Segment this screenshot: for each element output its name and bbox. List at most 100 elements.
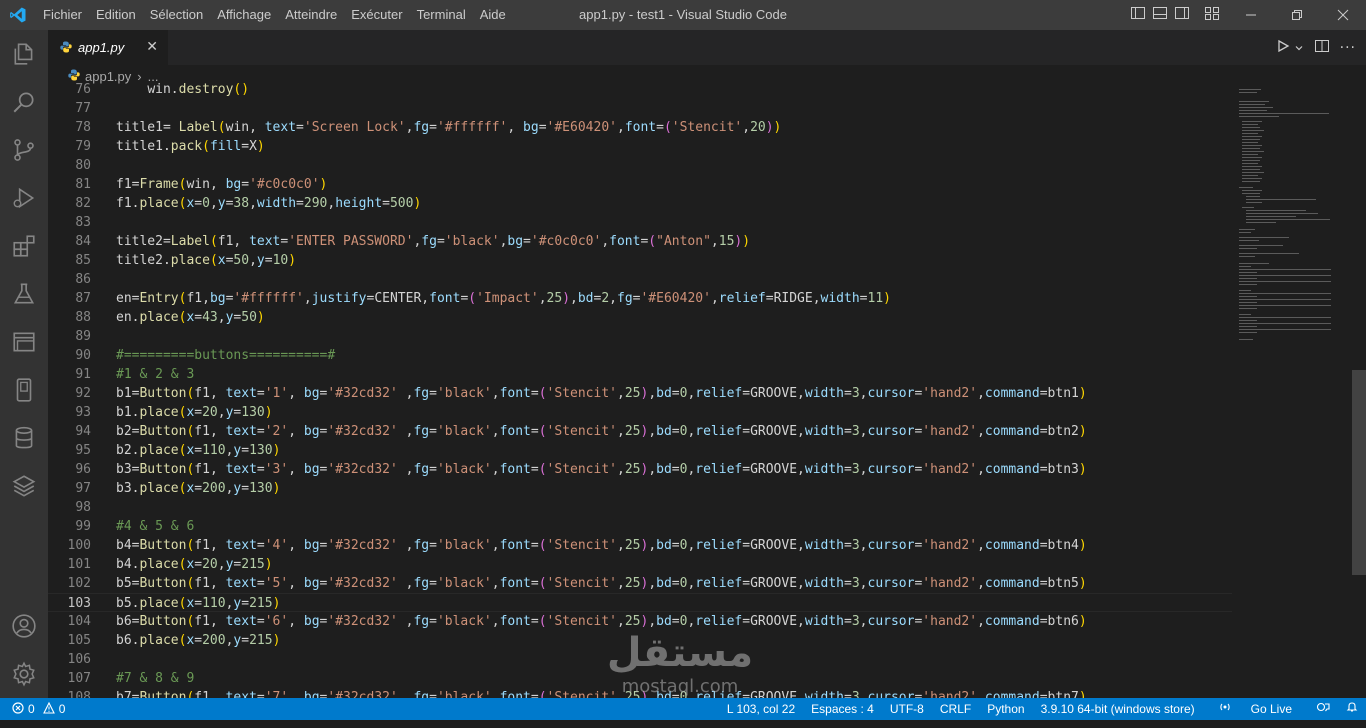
code-line[interactable]: 103 b5.place(x=110,y=215) <box>48 593 1232 612</box>
source-control-icon[interactable] <box>0 126 48 174</box>
code-line[interactable]: 105 b6.place(x=200,y=215) <box>48 631 1232 650</box>
code-line[interactable]: 79 title1.pack(fill=X) <box>48 137 1232 156</box>
phone-icon[interactable] <box>0 366 48 414</box>
menu-atteindre[interactable]: Atteindre <box>278 0 344 30</box>
code-line[interactable]: 96 b3=Button(f1, text='3', bg='#32cd32' ,… <box>48 460 1232 479</box>
code-line[interactable]: 89 <box>48 327 1232 346</box>
code-line[interactable]: 97 b3.place(x=200,y=130) <box>48 479 1232 498</box>
line-code: win.destroy() <box>147 82 250 97</box>
minimap[interactable] <box>1236 87 1352 698</box>
code-line[interactable]: 106 <box>48 650 1232 669</box>
line-number: 81 <box>75 177 91 192</box>
code-line[interactable]: 104 b6=Button(f1, text='6', bg='#32cd32' … <box>48 612 1232 631</box>
go-live-button[interactable]: Go Live <box>1203 698 1308 720</box>
menu-fichier[interactable]: Fichier <box>36 0 89 30</box>
language-mode[interactable]: Python <box>979 698 1032 720</box>
code-line[interactable]: 85 title2.place(x=50,y=10) <box>48 251 1232 270</box>
menu-executer[interactable]: Exécuter <box>344 0 409 30</box>
close-window-icon[interactable] <box>1320 0 1366 30</box>
broadcast-icon <box>1211 698 1239 720</box>
code-line[interactable]: 88 en.place(x=43,y=50) <box>48 308 1232 327</box>
toggle-secondary-sidebar-icon[interactable] <box>1174 5 1190 25</box>
line-number: 94 <box>75 424 91 439</box>
code-line[interactable]: 93 b1.place(x=20,y=130) <box>48 403 1232 422</box>
line-number: 86 <box>75 272 91 287</box>
run-dropdown-chevron-icon[interactable] <box>1294 38 1304 57</box>
code-line[interactable]: 87 en=Entry(f1,bg='#ffffff',justify=CENTE… <box>48 289 1232 308</box>
tab-app1-py[interactable]: app1.py ✕ <box>48 30 168 65</box>
customize-layout-icon[interactable] <box>1204 5 1220 25</box>
indentation[interactable]: Espaces : 4 <box>803 698 882 720</box>
account-icon[interactable] <box>0 602 48 650</box>
minimize-icon[interactable] <box>1228 0 1274 30</box>
split-editor-icon[interactable] <box>1314 38 1330 58</box>
line-number: 99 <box>75 519 91 534</box>
line-code: title1.pack(fill=X) <box>116 139 265 154</box>
search-icon[interactable] <box>0 78 48 126</box>
menu-edition[interactable]: Edition <box>89 0 143 30</box>
code-line[interactable]: 76 win.destroy() <box>48 80 1232 99</box>
line-number: 76 <box>75 82 91 97</box>
remote-explorer-icon[interactable] <box>0 318 48 366</box>
menu-affichage[interactable]: Affichage <box>210 0 278 30</box>
restore-icon[interactable] <box>1274 0 1320 30</box>
line-number: 105 <box>67 633 91 648</box>
line-number: 102 <box>67 576 91 591</box>
code-editor[interactable]: 76 win.destroy() 77 78 title1= Label(win, t… <box>48 80 1232 698</box>
notifications-bell-icon[interactable] <box>1338 698 1366 720</box>
code-line[interactable]: 81 f1=Frame(win, bg='#c0c0c0') <box>48 175 1232 194</box>
code-line[interactable]: 98 <box>48 498 1232 517</box>
line-code: b7=Button(f1, text='7', bg='#32cd32' ,fg… <box>116 690 1087 698</box>
vertical-scrollbar[interactable] <box>1352 87 1366 698</box>
code-line[interactable]: 92 b1=Button(f1, text='1', bg='#32cd32' ,… <box>48 384 1232 403</box>
line-number: 77 <box>75 101 91 116</box>
python-interpreter[interactable]: 3.9.10 64-bit (windows store) <box>1033 698 1203 720</box>
line-code: b2.place(x=110,y=130) <box>116 443 281 458</box>
menu-terminal[interactable]: Terminal <box>410 0 473 30</box>
layers-icon[interactable] <box>0 462 48 510</box>
menu-aide[interactable]: Aide <box>473 0 513 30</box>
line-number: 78 <box>75 120 91 135</box>
menu-selection[interactable]: Sélection <box>143 0 210 30</box>
code-line[interactable]: 95 b2.place(x=110,y=130) <box>48 441 1232 460</box>
code-line[interactable]: 82 f1.place(x=0,y=38,width=290,height=500… <box>48 194 1232 213</box>
explorer-icon[interactable] <box>0 30 48 78</box>
database-icon[interactable] <box>0 414 48 462</box>
title-bar: Fichier Edition Sélection Affichage Atte… <box>0 0 1366 30</box>
code-line[interactable]: 108 b7=Button(f1, text='7', bg='#32cd32' … <box>48 688 1232 698</box>
toggle-sidebar-icon[interactable] <box>1130 5 1146 25</box>
problems-indicator[interactable]: 0 0 <box>0 701 65 717</box>
toggle-panel-icon[interactable] <box>1152 5 1168 25</box>
more-actions-icon[interactable]: ··· <box>1340 40 1356 56</box>
close-tab-icon[interactable]: ✕ <box>146 39 158 55</box>
cursor-position[interactable]: L 103, col 22 <box>719 698 803 720</box>
end-of-line[interactable]: CRLF <box>932 698 979 720</box>
feedback-icon[interactable] <box>1308 698 1338 720</box>
code-line[interactable]: 86 <box>48 270 1232 289</box>
code-line[interactable]: 101 b4.place(x=20,y=215) <box>48 555 1232 574</box>
code-line[interactable]: 107 #7 & 8 & 9 <box>48 669 1232 688</box>
line-code: title2.place(x=50,y=10) <box>116 253 297 268</box>
settings-gear-icon[interactable] <box>0 650 48 698</box>
testing-icon[interactable] <box>0 270 48 318</box>
code-line[interactable]: 90 #=========buttons==========# <box>48 346 1232 365</box>
code-line[interactable]: 94 b2=Button(f1, text='2', bg='#32cd32' ,… <box>48 422 1232 441</box>
line-number: 101 <box>67 557 91 572</box>
code-line[interactable]: 78 title1= Label(win, text='Screen Lock',… <box>48 118 1232 137</box>
code-line[interactable]: 83 <box>48 213 1232 232</box>
run-debug-icon[interactable] <box>0 174 48 222</box>
code-line[interactable]: 77 <box>48 99 1232 118</box>
code-line[interactable]: 91 #1 & 2 & 3 <box>48 365 1232 384</box>
line-number: 96 <box>75 462 91 477</box>
scrollbar-thumb[interactable] <box>1352 370 1366 575</box>
code-line[interactable]: 80 <box>48 156 1232 175</box>
encoding[interactable]: UTF-8 <box>882 698 932 720</box>
extensions-icon[interactable] <box>0 222 48 270</box>
line-code: b6=Button(f1, text='6', bg='#32cd32' ,fg… <box>116 614 1087 629</box>
code-line[interactable]: 102 b5=Button(f1, text='5', bg='#32cd32' … <box>48 574 1232 593</box>
code-line[interactable]: 99 #4 & 5 & 6 <box>48 517 1232 536</box>
line-code: #=========buttons==========# <box>116 348 336 363</box>
code-line[interactable]: 84 title2=Label(f1, text='ENTER PASSWORD'… <box>48 232 1232 251</box>
run-file-icon[interactable] <box>1276 38 1290 57</box>
code-line[interactable]: 100 b4=Button(f1, text='4', bg='#32cd32' … <box>48 536 1232 555</box>
